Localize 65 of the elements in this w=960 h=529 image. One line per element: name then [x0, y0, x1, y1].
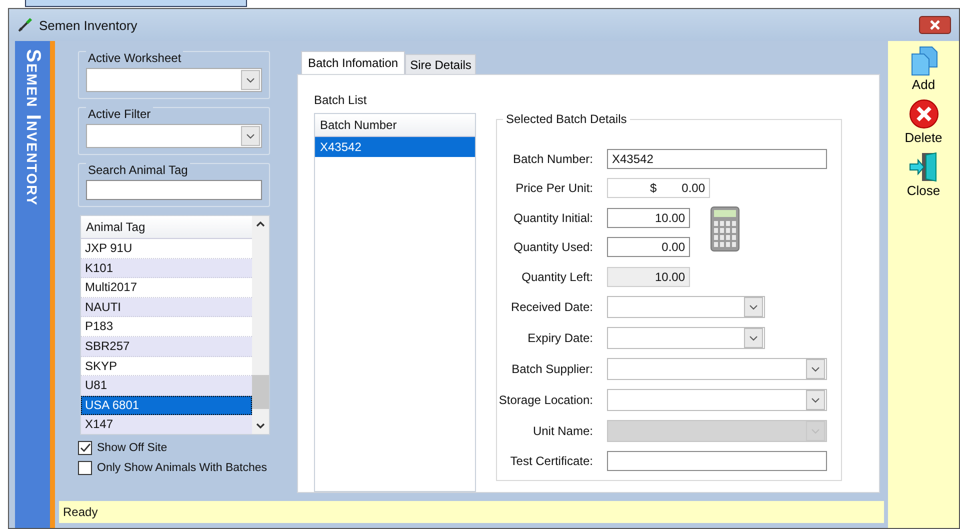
- animal-row[interactable]: NAUTI: [81, 298, 252, 318]
- group-label: Active Worksheet: [86, 51, 184, 65]
- group-label: Search Animal Tag: [86, 163, 190, 177]
- dropdown[interactable]: [607, 358, 827, 380]
- field-label: Batch Number:: [512, 152, 593, 166]
- animal-row[interactable]: K101: [81, 258, 252, 278]
- field-label: Quantity Initial:: [512, 210, 593, 225]
- delete-icon: [908, 98, 940, 130]
- syringe-icon: [17, 17, 33, 33]
- readonly-field: 10.00: [607, 266, 690, 287]
- calculator-icon[interactable]: [710, 206, 740, 252]
- dropdown[interactable]: [607, 389, 827, 411]
- field-label: Storage Location:: [498, 393, 593, 407]
- tab[interactable]: Sire Details: [405, 54, 476, 74]
- batch-list-label: Batch List: [314, 93, 368, 107]
- animal-row[interactable]: USA 6801: [81, 396, 252, 416]
- checkbox-box[interactable]: [78, 461, 92, 475]
- close-button[interactable]: [919, 16, 951, 34]
- animal-row[interactable]: X147: [81, 415, 252, 434]
- field-label: Price Per Unit:: [514, 181, 593, 196]
- toolbar-button[interactable]: Add: [894, 45, 954, 92]
- caret-icon: [246, 134, 255, 138]
- caret-icon: [811, 398, 820, 402]
- caret-icon: [749, 336, 758, 340]
- group-label: Active Filter: [86, 107, 153, 121]
- text-field[interactable]: [607, 451, 827, 472]
- batch-row[interactable]: X43542: [315, 137, 475, 157]
- scroll-up-icon[interactable]: [256, 221, 265, 227]
- number-field[interactable]: 10.00: [607, 208, 690, 228]
- caret-icon: [811, 428, 820, 434]
- date-picker[interactable]: [607, 296, 765, 318]
- tab[interactable]: Batch Infomation: [301, 51, 406, 74]
- field-label: Received Date:: [510, 300, 593, 314]
- search-field[interactable]: [86, 180, 262, 200]
- price-field[interactable]: $ 0.00: [607, 178, 710, 198]
- animal-row[interactable]: SBR257: [81, 336, 252, 357]
- date-picker[interactable]: [607, 327, 765, 349]
- field-label: Quantity Left:: [520, 270, 593, 284]
- checkbox[interactable]: Only Show Animals With Batches: [78, 461, 270, 475]
- group-label: Selected Batch Details: [503, 112, 630, 126]
- exit-door-icon: [908, 151, 940, 183]
- field-label: Unit Name:: [532, 424, 593, 438]
- caret-icon: [811, 366, 820, 372]
- caret-icon: [749, 304, 758, 310]
- toolbar-button[interactable]: Close: [894, 151, 954, 198]
- checkbox-box[interactable]: [78, 441, 92, 455]
- field-label: Expiry Date:: [526, 331, 593, 345]
- field-label: Test Certificate:: [509, 454, 593, 468]
- close-icon: [929, 20, 941, 30]
- caret-icon: [246, 78, 255, 82]
- worksheet-dropdown[interactable]: [86, 68, 262, 92]
- field-label: Batch Supplier:: [510, 362, 593, 376]
- animal-row[interactable]: U81: [81, 376, 252, 396]
- scrollbar[interactable]: [252, 216, 269, 434]
- side-title: Semen Inventory: [21, 49, 44, 208]
- scroll-down-icon[interactable]: [256, 423, 265, 429]
- window-title: Semen Inventory: [39, 18, 138, 32]
- status-text: Ready: [63, 505, 98, 519]
- checkbox[interactable]: Show Off Site: [78, 441, 270, 455]
- toolbar-button[interactable]: Delete: [894, 98, 954, 145]
- filter-dropdown[interactable]: [86, 124, 262, 148]
- text-field[interactable]: X43542: [607, 148, 827, 169]
- scroll-thumb[interactable]: [252, 375, 269, 409]
- field-label: Quantity Used:: [512, 240, 593, 254]
- number-field[interactable]: 0.00: [607, 237, 690, 258]
